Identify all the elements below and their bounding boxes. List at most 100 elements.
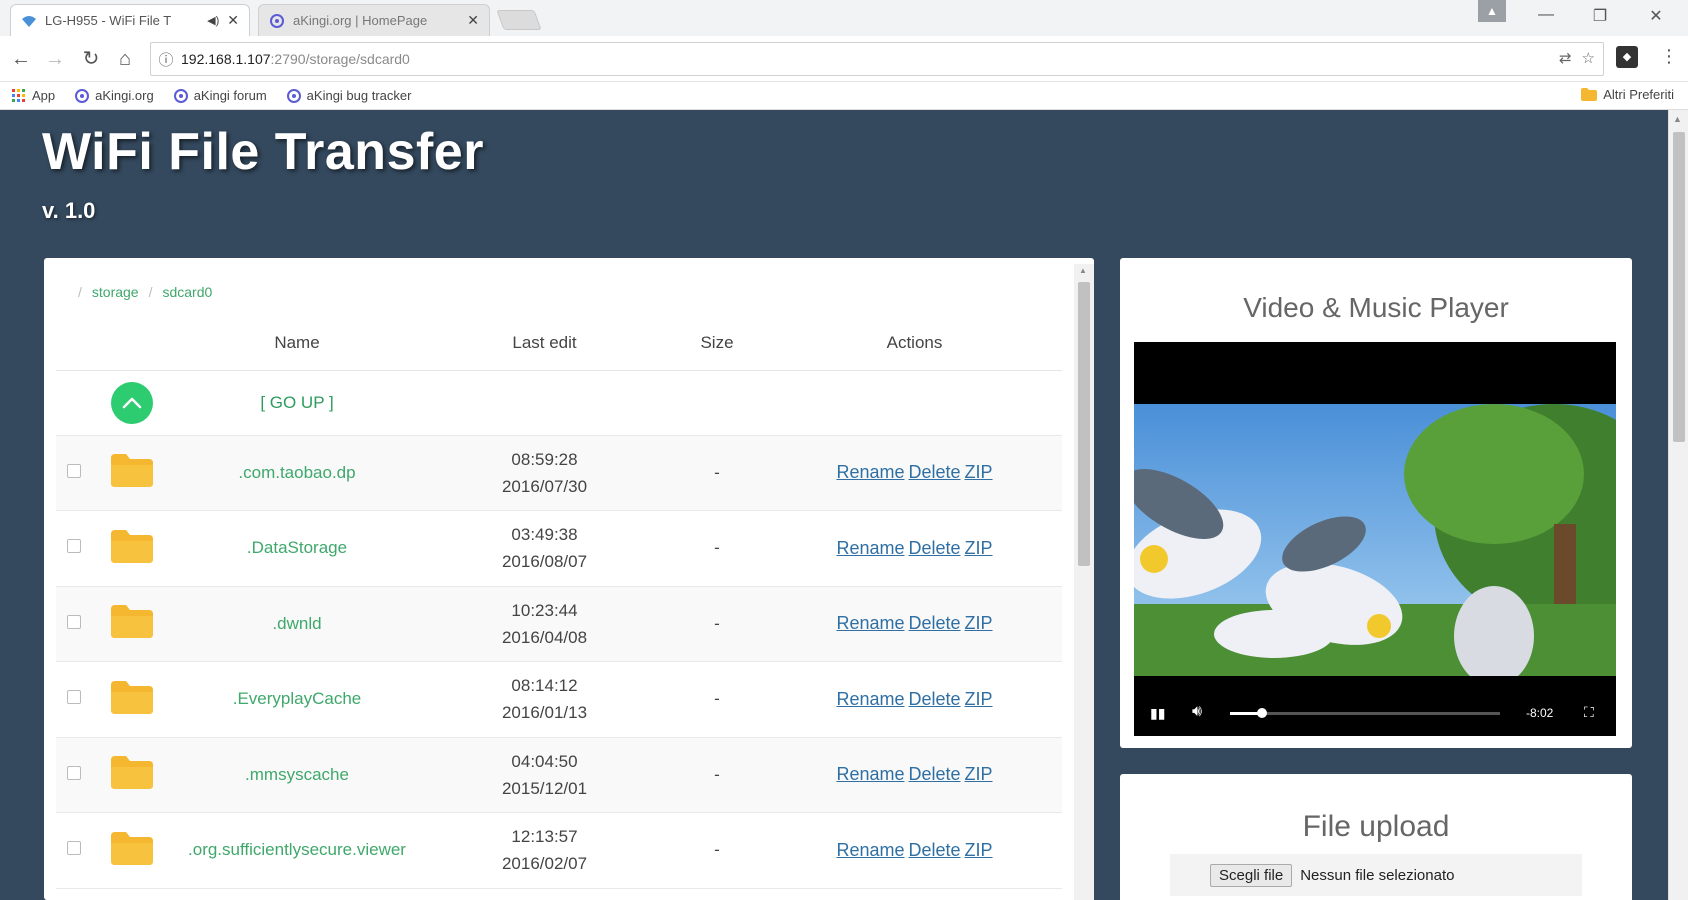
row-name-cell: .mmsyscache: [172, 737, 422, 813]
scroll-up-icon[interactable]: ▲: [1079, 266, 1087, 275]
extension-icon[interactable]: ◆: [1616, 46, 1638, 68]
rename-link[interactable]: Rename: [836, 689, 904, 709]
wifi-favicon-icon: [21, 13, 37, 29]
choose-file-button[interactable]: Scegli file: [1210, 863, 1293, 887]
bookmark-akingi-bug-tracker[interactable]: aKingi bug tracker: [286, 88, 411, 103]
go-up-link[interactable]: [ GO UP ]: [260, 393, 333, 412]
minimize-icon[interactable]: —: [1526, 6, 1566, 24]
close-tab-icon[interactable]: ✕: [227, 12, 239, 29]
table-header-row: Name Last edit Size Actions: [56, 316, 1062, 371]
close-tab-icon[interactable]: ✕: [467, 12, 479, 29]
new-tab-button[interactable]: [496, 10, 542, 30]
zip-link[interactable]: ZIP: [965, 689, 993, 709]
go-up-row[interactable]: [ GO UP ]: [56, 370, 1062, 436]
tab-akingi-homepage[interactable]: aKingi.org | HomePage ✕: [258, 4, 490, 36]
folder-icon[interactable]: [111, 454, 153, 491]
scroll-up-icon[interactable]: ▲: [1673, 114, 1682, 124]
bookmark-star-icon[interactable]: ☆: [1582, 49, 1595, 67]
zip-link[interactable]: ZIP: [965, 840, 993, 860]
go-up-button[interactable]: [111, 381, 153, 424]
delete-link[interactable]: Delete: [909, 462, 961, 482]
row-checkbox[interactable]: [67, 539, 81, 554]
breadcrumb-storage[interactable]: storage: [92, 284, 139, 300]
bookmark-apps[interactable]: App: [12, 88, 55, 103]
address-bar[interactable]: ⓘ 192.168.1.107:2790/storage/sdcard0 ⇄ ☆: [150, 42, 1604, 76]
delete-link[interactable]: Delete: [909, 764, 961, 784]
delete-link[interactable]: Delete: [909, 538, 961, 558]
row-checkbox[interactable]: [67, 841, 81, 856]
delete-link[interactable]: Delete: [909, 613, 961, 633]
breadcrumb: / storage / sdcard0: [78, 284, 212, 300]
rename-link[interactable]: Rename: [836, 764, 904, 784]
edit-time: 12:13:57: [511, 827, 578, 847]
seek-bar[interactable]: [1230, 708, 1500, 718]
profile-icon[interactable]: ▲: [1478, 0, 1506, 22]
reload-icon[interactable]: ↻: [78, 46, 104, 72]
volume-icon[interactable]: 🔊︎: [1192, 703, 1202, 721]
video-frame[interactable]: [1134, 404, 1616, 676]
rename-link[interactable]: Rename: [836, 538, 904, 558]
fullscreen-icon[interactable]: ⛶: [1584, 704, 1594, 721]
folder-icon[interactable]: [111, 529, 153, 567]
home-icon[interactable]: ⌂: [112, 46, 138, 72]
video-player[interactable]: ▮▮ 🔊︎ -8:02 ⛶: [1134, 342, 1616, 736]
row-checkbox[interactable]: [67, 765, 81, 780]
row-checkbox[interactable]: [67, 614, 81, 629]
menu-icon[interactable]: ⋮: [1660, 46, 1678, 67]
page-scrollbar[interactable]: ▲: [1668, 110, 1688, 900]
translate-icon[interactable]: ⇄: [1559, 49, 1572, 67]
back-icon[interactable]: ←: [8, 46, 34, 72]
file-panel-scrollbar-thumb[interactable]: [1078, 282, 1090, 566]
row-checkbox[interactable]: [67, 463, 81, 478]
other-bookmarks[interactable]: Altri Preferiti: [1581, 87, 1674, 102]
edit-time: 04:04:50: [511, 751, 578, 771]
bookmark-akingi-forum[interactable]: aKingi forum: [173, 88, 267, 103]
folder-icon[interactable]: [111, 680, 153, 718]
folder-icon[interactable]: [111, 605, 153, 642]
chevron-up-icon: [122, 397, 142, 408]
folder-link[interactable]: .mmsyscache: [245, 765, 349, 784]
audio-playing-icon[interactable]: ◀): [207, 14, 219, 27]
folder-icon[interactable]: [111, 831, 153, 869]
maximize-icon[interactable]: ❐: [1580, 6, 1620, 26]
edit-date: 2016/01/13: [501, 703, 588, 723]
header-size[interactable]: Size: [667, 316, 767, 371]
bookmark-akingi-org[interactable]: aKingi.org: [75, 88, 154, 103]
info-icon[interactable]: ⓘ: [151, 49, 181, 70]
row-actions-cell: Rename Delete ZIP: [767, 737, 1062, 813]
breadcrumb-sdcard0[interactable]: sdcard0: [162, 284, 212, 300]
tab-wifi-file-transfer[interactable]: LG-H955 - WiFi File T ◀) ✕: [10, 4, 250, 36]
pause-icon[interactable]: ▮▮: [1150, 705, 1165, 722]
rename-link[interactable]: Rename: [836, 462, 904, 482]
header-name[interactable]: Name: [172, 316, 422, 371]
forward-icon[interactable]: →: [42, 46, 68, 72]
zip-link[interactable]: ZIP: [965, 764, 993, 784]
browser-tab-strip: LG-H955 - WiFi File T ◀) ✕ aKingi.org | …: [0, 0, 1688, 36]
seek-handle[interactable]: [1257, 708, 1268, 718]
rename-link[interactable]: Rename: [836, 840, 904, 860]
zip-link[interactable]: ZIP: [965, 538, 993, 558]
page-scrollbar-thumb[interactable]: [1673, 132, 1685, 442]
folder-link[interactable]: .DataStorage: [247, 538, 347, 557]
delete-link[interactable]: Delete: [909, 689, 961, 709]
zip-link[interactable]: ZIP: [965, 613, 993, 633]
delete-link[interactable]: Delete: [909, 840, 961, 860]
rename-link[interactable]: Rename: [836, 613, 904, 633]
row-date-cell: 08:14:12 2016/01/13: [422, 661, 667, 738]
zip-link[interactable]: ZIP: [965, 462, 993, 482]
window-close-icon[interactable]: ✕: [1636, 6, 1676, 26]
row-checkbox[interactable]: [67, 690, 81, 705]
folder-link[interactable]: .dwnld: [272, 614, 321, 633]
row-icon-cell: [92, 737, 172, 813]
header-last-edit[interactable]: Last edit: [422, 316, 667, 371]
folder-link[interactable]: .EveryplayCache: [233, 689, 362, 708]
folder-link[interactable]: .com.taobao.dp: [238, 463, 355, 482]
breadcrumb-separator: /: [148, 284, 153, 300]
folder-icon[interactable]: [111, 756, 153, 793]
folder-link[interactable]: .org.sufficientlysecure.viewer: [188, 840, 406, 859]
file-input[interactable]: Scegli file Nessun file selezionato: [1170, 854, 1582, 896]
table-row: .com.taobao.dp 08:59:28 2016/07/30- Rename D…: [56, 435, 1062, 511]
tab-title: aKingi.org | HomePage: [293, 13, 428, 28]
header-actions: Actions: [767, 316, 1062, 371]
file-panel-scrollbar[interactable]: ▲: [1074, 264, 1094, 900]
